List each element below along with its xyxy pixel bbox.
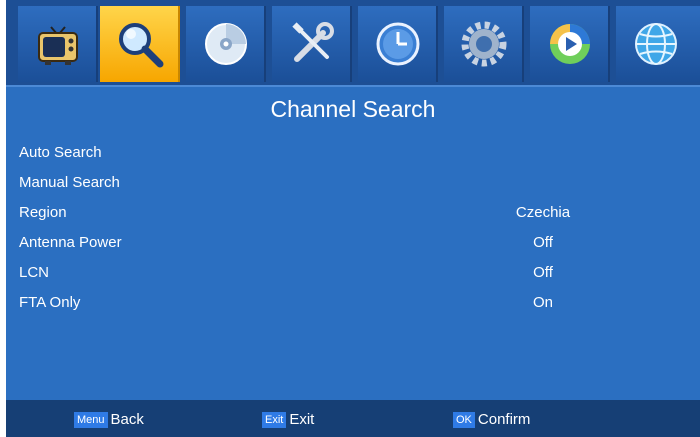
tab-network[interactable] [616,6,700,82]
menu-item-label: FTA Only [19,294,81,311]
tools-icon [292,22,334,62]
main-menu-bar [6,0,700,85]
tab-player[interactable] [530,6,610,82]
tab-tv[interactable] [18,6,98,82]
menu-item-label: Antenna Power [19,234,122,251]
back-label: Back [110,411,144,428]
media-player-icon [550,24,590,64]
menu-item-auto-search[interactable]: Auto Search [19,141,679,165]
menu-key-badge: Menu [74,412,108,428]
confirm-label: Confirm [477,411,531,428]
menu-item-fta-only[interactable]: FTA Only On [19,291,679,315]
menu-item-region[interactable]: Region Czechia [19,201,679,225]
menu-item-antenna-power[interactable]: Antenna Power Off [19,231,679,255]
screen: Channel Search Auto Search Manual Search… [6,0,700,437]
tv-icon [38,26,78,65]
menu-item-lcn[interactable]: LCN Off [19,261,679,285]
page-title: Channel Search [270,96,436,122]
menu-item-label: LCN [19,264,50,281]
tab-settings[interactable] [444,6,524,82]
tab-channel-search[interactable] [100,6,180,82]
region-value[interactable]: Czechia [493,201,593,225]
gear-icon [461,21,507,67]
confirm-hint[interactable]: OK Confirm [453,411,530,429]
tab-media[interactable] [186,6,266,82]
menu-item-label: Auto Search [19,144,102,161]
antenna-power-value[interactable]: Off [493,231,593,255]
exit-key-badge: Exit [262,412,287,428]
exit-hint[interactable]: Exit Exit [262,411,314,429]
menu-item-label: Region [19,204,67,221]
tab-tools[interactable] [272,6,352,82]
fta-only-value[interactable]: On [493,291,593,315]
disc-icon [205,23,247,65]
footer-hint-bar: Menu Back Exit Exit OK Confirm [6,400,700,437]
clock-icon [376,22,420,66]
globe-icon [635,23,677,65]
lcn-value[interactable]: Off [493,261,593,285]
menu-item-manual-search[interactable]: Manual Search [19,171,679,195]
menu-item-label: Manual Search [19,174,120,191]
back-hint[interactable]: Menu Back [74,411,144,429]
search-icon [119,23,164,68]
divider [6,85,700,87]
tab-time[interactable] [358,6,438,82]
exit-label: Exit [289,411,315,428]
ok-key-badge: OK [453,412,475,428]
